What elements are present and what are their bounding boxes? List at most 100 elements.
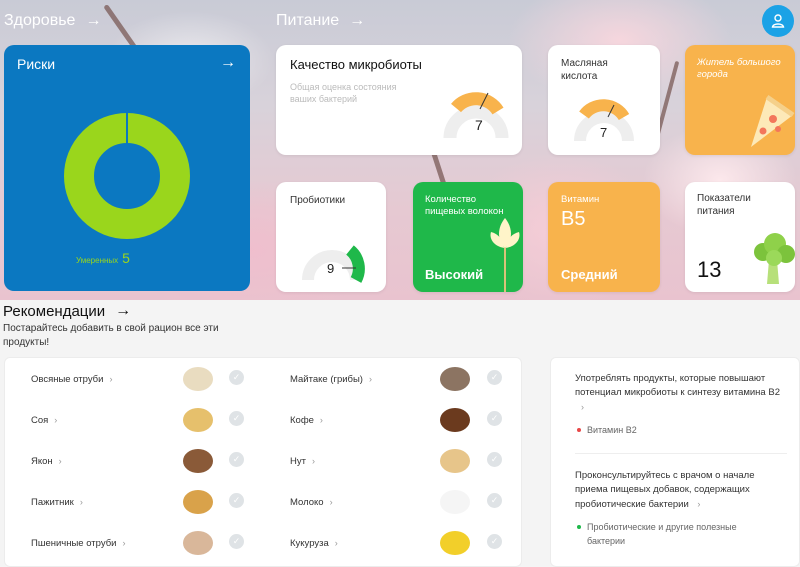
product-item[interactable]: Овсяные отруби ›: [31, 364, 112, 394]
green-dot-icon: [577, 525, 581, 529]
probiotics-title: Пробиотики: [290, 195, 346, 206]
nutrition-indicators-card[interactable]: Показатели питания 13: [685, 182, 795, 292]
wheat-icon: [490, 218, 520, 292]
check-icon[interactable]: ✓: [229, 370, 244, 385]
microbiota-quality-card[interactable]: Качество микробиоты Общая оценка состоян…: [276, 45, 522, 155]
product-item[interactable]: Кукуруза ›: [290, 528, 338, 558]
probiotics-value: 9: [327, 261, 335, 276]
nutrition-indicators-value: 13: [697, 257, 722, 282]
product-item[interactable]: Якон ›: [31, 446, 62, 476]
risks-donut-chart: [64, 113, 190, 239]
wheat-bran-icon: [183, 531, 213, 555]
product-name: Нут: [290, 455, 306, 467]
advice-text: Употреблять продукты, которые повышают п…: [575, 373, 780, 398]
chevron-right-icon: ›: [581, 402, 584, 412]
check-icon[interactable]: ✓: [487, 493, 502, 508]
advice-item[interactable]: Проконсультируйтесь с врачом о начале пр…: [575, 469, 787, 512]
nutrition-section-link[interactable]: Питание →: [276, 12, 365, 30]
check-icon[interactable]: ✓: [229, 452, 244, 467]
risks-level: Умеренных 5: [76, 250, 130, 266]
check-icon[interactable]: ✓: [487, 534, 502, 549]
recommendations-link[interactable]: Рекомендации →: [3, 302, 131, 320]
advice-tag: Пробиотические и другие полезные бактери…: [577, 520, 777, 548]
arrow-right-icon: →: [115, 302, 132, 319]
chevron-right-icon: ›: [58, 456, 62, 466]
chevron-right-icon: ›: [368, 374, 372, 384]
arrow-right-icon: →: [85, 12, 102, 29]
pizza-icon: [751, 94, 795, 147]
arrow-right-icon: →: [220, 54, 236, 71]
advice-tag-text: Витамин B2: [587, 425, 637, 435]
advice-tag-text: Пробиотические и другие полезные бактери…: [587, 522, 737, 546]
product-name: Якон: [31, 455, 53, 467]
vitamin-b5-card[interactable]: Витамин B5 Средний: [548, 182, 660, 292]
advice-tag: Витамин B2: [577, 423, 777, 437]
chevron-right-icon: ›: [319, 415, 323, 425]
product-name: Молоко: [290, 496, 324, 508]
check-icon[interactable]: ✓: [487, 411, 502, 426]
risks-title: Риски: [17, 56, 56, 72]
chevron-right-icon: ›: [329, 497, 333, 507]
product-item[interactable]: Кофе ›: [290, 405, 323, 435]
product-item[interactable]: Майтаке (грибы) ›: [290, 364, 372, 394]
city-dweller-title: Житель большого города: [697, 57, 781, 80]
advice-text: Проконсультируйтесь с врачом о начале пр…: [575, 470, 755, 510]
check-icon[interactable]: ✓: [487, 370, 502, 385]
risks-level-label: Умеренных: [76, 256, 119, 265]
chevron-right-icon: ›: [122, 538, 126, 548]
product-name: Кофе: [290, 414, 314, 426]
oat-bran-icon: [183, 367, 213, 391]
red-dot-icon: [577, 428, 581, 432]
probiotics-card[interactable]: Пробиотики 9: [276, 182, 386, 292]
recommendations-subtitle: Постарайтесь добавить в свой рацион все …: [3, 323, 219, 348]
butyric-acid-gauge: [574, 99, 634, 142]
product-name: Овсяные отруби: [31, 373, 104, 385]
chevron-right-icon: ›: [54, 415, 58, 425]
chevron-right-icon: ›: [334, 538, 338, 548]
microbiota-quality-title: Качество микробиоты: [290, 57, 422, 72]
broccoli-icon: [754, 233, 795, 284]
fiber-value: Высокий: [425, 267, 484, 282]
user-icon: [771, 14, 785, 28]
butyric-acid-title: Масляная кислота: [561, 58, 608, 82]
profile-button[interactable]: [762, 5, 794, 37]
product-name: Пшеничные отруби: [31, 537, 117, 549]
chickpea-icon: [440, 449, 470, 473]
product-name: Майтаке (грибы): [290, 373, 363, 385]
vitamin-b5-code: B5: [561, 208, 586, 230]
microbiota-quality-value: 7: [475, 117, 483, 133]
milk-icon: [440, 490, 470, 514]
fiber-card[interactable]: Количество пищевых волокон Высокий: [413, 182, 523, 292]
health-title: Здоровье: [4, 12, 76, 29]
coffee-icon: [440, 408, 470, 432]
check-icon[interactable]: ✓: [229, 534, 244, 549]
product-item[interactable]: Молоко ›: [290, 487, 333, 517]
chevron-right-icon: ›: [697, 499, 701, 509]
product-item[interactable]: Нут ›: [290, 446, 315, 476]
vitamin-b5-value: Средний: [561, 267, 618, 282]
advice-item[interactable]: Употреблять продукты, которые повышают п…: [575, 372, 787, 415]
nutrition-indicators-title: Показатели питания: [697, 193, 751, 217]
check-icon[interactable]: ✓: [229, 411, 244, 426]
yacon-icon: [183, 449, 213, 473]
health-section-link[interactable]: Здоровье →: [4, 12, 101, 30]
product-item[interactable]: Соя ›: [31, 405, 57, 435]
nutrition-title: Питание: [276, 12, 340, 29]
product-name: Пажитник: [31, 496, 74, 508]
butyric-acid-card[interactable]: Масляная кислота 7: [548, 45, 660, 155]
corn-icon: [440, 531, 470, 555]
risks-card[interactable]: Риски → Умеренных 5: [4, 45, 250, 291]
chevron-right-icon: ›: [79, 497, 83, 507]
check-icon[interactable]: ✓: [229, 493, 244, 508]
soy-icon: [183, 408, 213, 432]
vitamin-b5-title: Витамин: [561, 194, 600, 205]
microbiota-quality-subtitle: Общая оценка состояния ваших бактерий: [290, 82, 397, 104]
check-icon[interactable]: ✓: [487, 452, 502, 467]
chevron-right-icon: ›: [109, 374, 113, 384]
recommendations-title: Рекомендации: [3, 302, 106, 320]
product-item[interactable]: Пшеничные отруби ›: [31, 528, 125, 558]
city-dweller-card[interactable]: Житель большого города: [685, 45, 795, 155]
product-item[interactable]: Пажитник ›: [31, 487, 83, 517]
arrow-right-icon: →: [349, 12, 366, 29]
butyric-acid-value: 7: [600, 125, 608, 140]
